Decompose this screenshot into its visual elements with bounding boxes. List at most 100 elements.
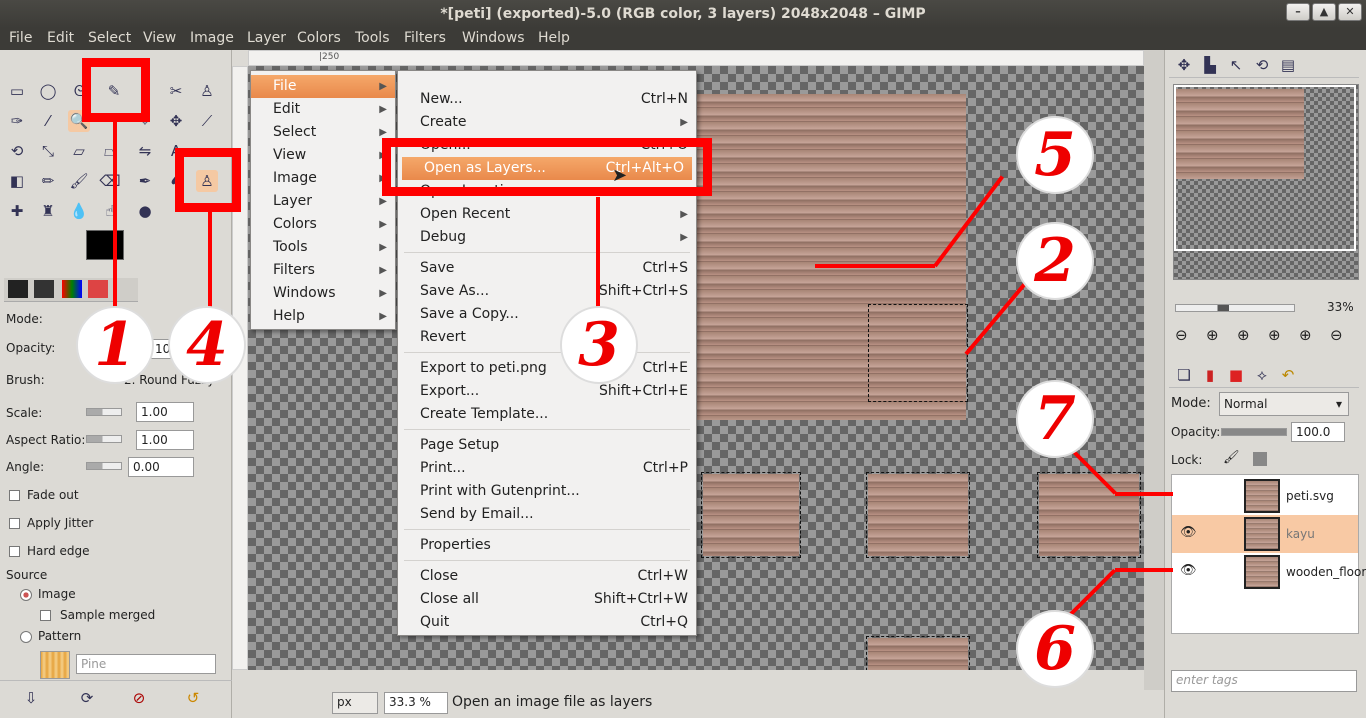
undo-history-tab-icon[interactable]: ⟲: [1251, 54, 1273, 76]
menu-item-new[interactable]: New... Ctrl+N: [398, 88, 696, 111]
menu-item-close-all[interactable]: Close all Shift+Ctrl+W: [398, 588, 696, 611]
menu-item-debug[interactable]: Debug ▶: [398, 226, 696, 249]
source-pattern-radio[interactable]: [20, 631, 32, 643]
tags-input[interactable]: enter tags: [1171, 670, 1357, 692]
submenu-edit[interactable]: Edit ▶: [251, 98, 395, 121]
layer-row[interactable]: 👁 wooden_floor: [1172, 553, 1366, 591]
zoom-100-icon[interactable]: ⊕: [1237, 326, 1250, 344]
pointer-tab-icon[interactable]: ↖: [1225, 54, 1247, 76]
layer-opacity-input[interactable]: 100.0: [1291, 422, 1345, 442]
restore-options-icon[interactable]: ⟳: [76, 687, 98, 709]
submenu-view[interactable]: View ▶: [251, 144, 395, 167]
channels-tab-icon[interactable]: ▮: [1199, 364, 1221, 386]
menu-file[interactable]: File: [9, 30, 32, 46]
hard-edge-checkbox[interactable]: [9, 546, 20, 557]
layer-row[interactable]: 👁 kayu: [1172, 515, 1358, 553]
submenu-help[interactable]: Help ▶: [251, 305, 395, 328]
menu-item-save-as[interactable]: Save As... Shift+Ctrl+S: [398, 280, 696, 303]
pencil-icon[interactable]: ✏: [37, 170, 59, 192]
menu-view[interactable]: View: [143, 30, 176, 46]
blur-icon[interactable]: 💧: [68, 200, 90, 222]
apply-jitter-checkbox[interactable]: [9, 518, 20, 529]
menu-item-properties[interactable]: Properties: [398, 534, 696, 557]
tab-brushes[interactable]: [88, 280, 108, 298]
histogram-tab-icon[interactable]: ▙: [1199, 54, 1221, 76]
submenu-layer[interactable]: Layer ▶: [251, 190, 395, 213]
close-window-button[interactable]: ✕: [1338, 3, 1362, 21]
menu-item-quit[interactable]: Quit Ctrl+Q: [398, 611, 696, 634]
menu-edit[interactable]: Edit: [47, 30, 74, 46]
menu-image[interactable]: Image: [190, 30, 234, 46]
menu-item-open-recent[interactable]: Open Recent ▶: [398, 203, 696, 226]
menu-item-send-email[interactable]: Send by Email...: [398, 503, 696, 526]
menu-item-export[interactable]: Export... Shift+Ctrl+E: [398, 380, 696, 403]
menu-filters[interactable]: Filters: [404, 30, 446, 46]
navigation-tab-icon[interactable]: ✥: [1173, 54, 1195, 76]
scissors-icon[interactable]: ✂: [165, 80, 187, 102]
layer-opacity-slider[interactable]: [1221, 428, 1287, 436]
undo-tab-icon[interactable]: ↶: [1277, 364, 1299, 386]
zoom-out-icon[interactable]: ⊖: [1175, 326, 1188, 344]
zoom-fit-icon[interactable]: ⊕: [1268, 326, 1281, 344]
navigation-preview[interactable]: [1173, 84, 1359, 280]
save-options-icon[interactable]: ⇩: [20, 687, 42, 709]
paths-icon[interactable]: ✑: [6, 110, 28, 132]
lock-pixels-icon[interactable]: 🖌: [1223, 450, 1240, 465]
unit-select[interactable]: px: [332, 692, 378, 714]
maximize-button[interactable]: ▲: [1312, 3, 1336, 21]
aspect-slider[interactable]: [86, 435, 122, 443]
rect-select-icon[interactable]: ▭: [6, 80, 28, 102]
layers-tab-icon[interactable]: ❏: [1173, 364, 1195, 386]
smudge-icon[interactable]: ☝: [99, 200, 121, 222]
foreground-select-icon[interactable]: ♙: [196, 80, 218, 102]
submenu-colors[interactable]: Colors ▶: [251, 213, 395, 236]
delete-options-icon[interactable]: ⊘: [128, 687, 150, 709]
dodge-burn-icon[interactable]: ●: [134, 200, 156, 222]
minimize-button[interactable]: –: [1286, 3, 1310, 21]
color-picker-icon[interactable]: ⁄: [37, 110, 59, 132]
menu-item-print-gutenprint[interactable]: Print with Gutenprint...: [398, 480, 696, 503]
zoom-fill-icon[interactable]: ⊕: [1299, 326, 1312, 344]
menu-tools[interactable]: Tools: [355, 30, 390, 46]
nav-zoom-slider[interactable]: [1175, 304, 1295, 312]
pattern-preview[interactable]: [40, 651, 70, 679]
navigation-viewport[interactable]: [1174, 85, 1356, 251]
menu-windows[interactable]: Windows: [462, 30, 525, 46]
paths-tab-icon[interactable]: ■: [1225, 364, 1247, 386]
perspective-icon[interactable]: ⏢: [99, 140, 121, 162]
aspect-input[interactable]: 1.00: [136, 430, 194, 450]
reset-options-icon[interactable]: ↺: [182, 687, 204, 709]
move-icon[interactable]: ✥: [165, 110, 187, 132]
menu-item-save[interactable]: Save Ctrl+S: [398, 257, 696, 280]
shear-icon[interactable]: ▱: [68, 140, 90, 162]
eye-icon[interactable]: 👁: [1180, 525, 1197, 540]
submenu-image[interactable]: Image ▶: [251, 167, 395, 190]
menu-item-export-to[interactable]: Export to peti.png Ctrl+E: [398, 357, 696, 380]
paintbrush-icon[interactable]: 🖌: [68, 170, 90, 192]
lock-alpha-icon[interactable]: [1253, 452, 1267, 466]
menu-item-revert[interactable]: Revert: [398, 326, 696, 349]
heal-icon[interactable]: ✚: [6, 200, 28, 222]
layer-row[interactable]: peti.svg: [1172, 477, 1358, 515]
rotate-icon[interactable]: ⟲: [6, 140, 28, 162]
submenu-select[interactable]: Select ▶: [251, 121, 395, 144]
vertical-scrollbar[interactable]: [1144, 50, 1164, 690]
tab-palettes[interactable]: [62, 280, 82, 298]
menu-layer[interactable]: Layer: [247, 30, 286, 46]
tab-device-status[interactable]: [34, 280, 54, 298]
submenu-file[interactable]: File ▶: [251, 75, 395, 98]
submenu-windows[interactable]: Windows ▶: [251, 282, 395, 305]
ellipse-select-icon[interactable]: ◯: [37, 80, 59, 102]
perspective-clone-icon[interactable]: ♜: [37, 200, 59, 222]
menu-help[interactable]: Help: [538, 30, 570, 46]
tab-tool-options[interactable]: [8, 280, 28, 298]
layer-mode-select[interactable]: Normal ▾: [1219, 392, 1349, 416]
fade-out-checkbox[interactable]: [9, 490, 20, 501]
sample-merged-checkbox[interactable]: [40, 610, 51, 621]
menu-item-page-setup[interactable]: Page Setup: [398, 434, 696, 457]
angle-slider[interactable]: [86, 462, 122, 470]
scale-slider[interactable]: [86, 408, 122, 416]
scale-input[interactable]: 1.00: [136, 402, 194, 422]
zoom-shrink-icon[interactable]: ⊖: [1330, 326, 1343, 344]
submenu-filters[interactable]: Filters ▶: [251, 259, 395, 282]
